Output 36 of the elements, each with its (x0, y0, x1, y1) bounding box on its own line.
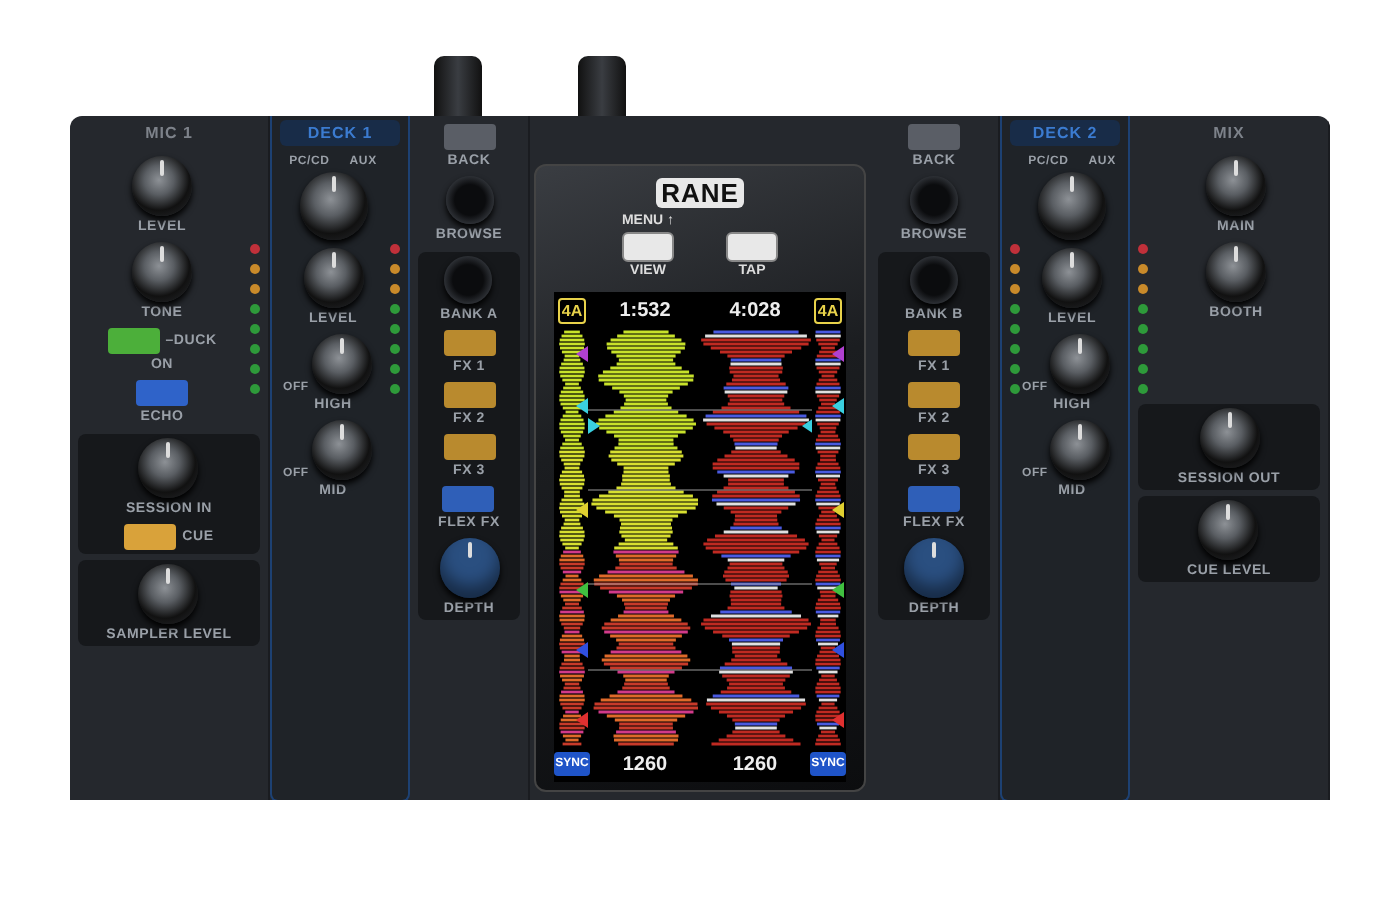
knob[interactable] (1206, 242, 1266, 302)
knob[interactable] (138, 438, 199, 498)
bpm-readout: 1260 (622, 753, 668, 775)
screen-button[interactable] (622, 232, 674, 262)
pad-button[interactable] (124, 524, 177, 550)
knob[interactable] (1199, 408, 1259, 468)
knob[interactable] (1050, 334, 1110, 394)
knob[interactable] (1198, 500, 1259, 560)
knob[interactable] (132, 242, 192, 302)
pad-button[interactable] (443, 330, 495, 356)
pad-button[interactable] (443, 382, 495, 408)
knob[interactable] (1206, 156, 1266, 216)
pad-button[interactable] (107, 328, 160, 354)
track-time: 1:532 (619, 300, 671, 322)
jack-knob-icon (578, 56, 626, 116)
knob[interactable] (303, 248, 363, 308)
selector-knob[interactable] (299, 172, 367, 240)
track-time: 4:028 (729, 300, 781, 322)
bpm-readout: 1260 (732, 753, 778, 775)
key-badge: 4A (557, 298, 587, 324)
section-title: MIC 1 (143, 122, 195, 146)
selector-knob[interactable] (1038, 172, 1106, 240)
knob[interactable] (132, 156, 192, 216)
key-badge: 4A (813, 298, 843, 324)
deck-title: DECK 1 (280, 120, 400, 146)
logo: RANE (655, 178, 745, 208)
knob[interactable] (311, 334, 371, 394)
knob[interactable] (1042, 248, 1102, 308)
deck-title: DECK 2 (1010, 120, 1120, 146)
jack-knob-icon (434, 56, 482, 116)
section-title: MIX (1211, 122, 1247, 146)
screen-button[interactable] (726, 232, 779, 262)
knob[interactable] (311, 420, 371, 480)
pad-button[interactable] (443, 434, 495, 460)
knob[interactable] (1050, 420, 1110, 480)
knob[interactable] (138, 564, 199, 624)
